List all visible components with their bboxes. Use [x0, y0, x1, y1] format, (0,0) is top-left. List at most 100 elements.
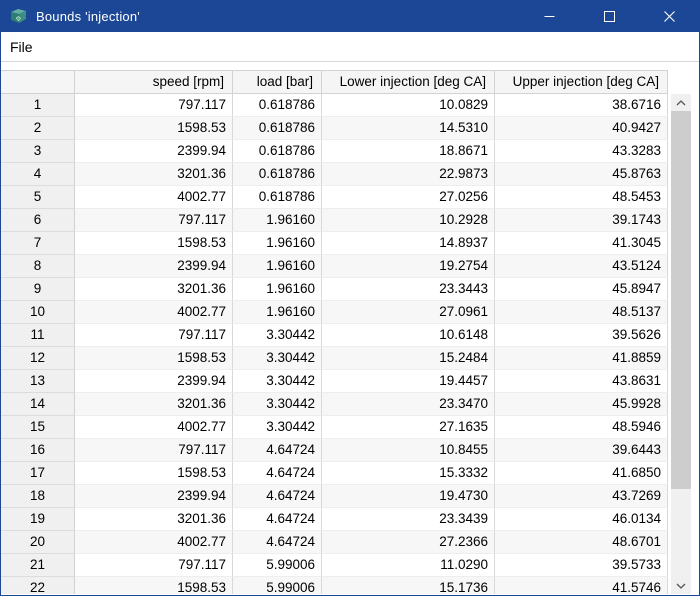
- table-cell[interactable]: 41.8859: [495, 347, 668, 370]
- row-number-cell[interactable]: 9: [1, 278, 75, 301]
- table-cell[interactable]: 0.618786: [233, 186, 322, 209]
- table-cell[interactable]: 5.99006: [233, 554, 322, 577]
- row-number-cell[interactable]: 17: [1, 462, 75, 485]
- table-cell[interactable]: 23.3439: [322, 508, 495, 531]
- close-button[interactable]: [639, 1, 699, 32]
- row-number-cell[interactable]: 13: [1, 370, 75, 393]
- table-cell[interactable]: 2399.94: [75, 140, 233, 163]
- table-cell[interactable]: 40.9427: [495, 117, 668, 140]
- table-cell[interactable]: 4002.77: [75, 416, 233, 439]
- row-number-cell[interactable]: 8: [1, 255, 75, 278]
- table-cell[interactable]: 1598.53: [75, 462, 233, 485]
- table-cell[interactable]: 4.64724: [233, 462, 322, 485]
- table-cell[interactable]: 3201.36: [75, 508, 233, 531]
- table-cell[interactable]: 2399.94: [75, 255, 233, 278]
- table-cell[interactable]: 15.2484: [322, 347, 495, 370]
- table-cell[interactable]: 3201.36: [75, 278, 233, 301]
- row-number-cell[interactable]: 2: [1, 117, 75, 140]
- row-number-cell[interactable]: 3: [1, 140, 75, 163]
- column-header-speed[interactable]: speed [rpm]: [75, 70, 233, 94]
- table-cell[interactable]: 3.30442: [233, 393, 322, 416]
- table-cell[interactable]: 46.0134: [495, 508, 668, 531]
- table-cell[interactable]: 48.5946: [495, 416, 668, 439]
- table-cell[interactable]: 39.5733: [495, 554, 668, 577]
- table-cell[interactable]: 43.8631: [495, 370, 668, 393]
- table-cell[interactable]: 3.30442: [233, 370, 322, 393]
- table-cell[interactable]: 4002.77: [75, 531, 233, 554]
- column-header-load[interactable]: load [bar]: [233, 70, 322, 94]
- table-cell[interactable]: 797.117: [75, 324, 233, 347]
- row-number-cell[interactable]: 10: [1, 301, 75, 324]
- vertical-scrollbar[interactable]: [671, 94, 691, 594]
- titlebar[interactable]: Bounds 'injection': [1, 1, 699, 32]
- table-cell[interactable]: 0.618786: [233, 140, 322, 163]
- table-cell[interactable]: 39.5626: [495, 324, 668, 347]
- table-cell[interactable]: 48.5453: [495, 186, 668, 209]
- table-cell[interactable]: 14.5310: [322, 117, 495, 140]
- row-number-cell[interactable]: 14: [1, 393, 75, 416]
- row-number-cell[interactable]: 4: [1, 163, 75, 186]
- table-cell[interactable]: 11.0290: [322, 554, 495, 577]
- table-cell[interactable]: 3.30442: [233, 416, 322, 439]
- row-number-cell[interactable]: 12: [1, 347, 75, 370]
- menu-file[interactable]: File: [1, 32, 42, 61]
- table-cell[interactable]: 14.8937: [322, 232, 495, 255]
- table-cell[interactable]: 39.1743: [495, 209, 668, 232]
- table-cell[interactable]: 4.64724: [233, 439, 322, 462]
- table-cell[interactable]: 43.7269: [495, 485, 668, 508]
- column-header-lower-injection[interactable]: Lower injection [deg CA]: [322, 70, 495, 94]
- table-cell[interactable]: 43.5124: [495, 255, 668, 278]
- table-cell[interactable]: 1.96160: [233, 255, 322, 278]
- scroll-down-button[interactable]: [671, 577, 691, 594]
- table-cell[interactable]: 797.117: [75, 554, 233, 577]
- table-cell[interactable]: 45.8763: [495, 163, 668, 186]
- table-cell[interactable]: 41.5746: [495, 577, 668, 594]
- table-cell[interactable]: 3201.36: [75, 163, 233, 186]
- corner-header-cell[interactable]: [1, 70, 75, 94]
- table-cell[interactable]: 4002.77: [75, 186, 233, 209]
- table-cell[interactable]: 797.117: [75, 209, 233, 232]
- row-number-cell[interactable]: 1: [1, 94, 75, 117]
- table-cell[interactable]: 1.96160: [233, 278, 322, 301]
- table-cell[interactable]: 41.6850: [495, 462, 668, 485]
- table-cell[interactable]: 3.30442: [233, 324, 322, 347]
- table-cell[interactable]: 0.618786: [233, 94, 322, 117]
- table-cell[interactable]: 19.4457: [322, 370, 495, 393]
- table-cell[interactable]: 1.96160: [233, 301, 322, 324]
- table-cell[interactable]: 4.64724: [233, 531, 322, 554]
- table-cell[interactable]: 2399.94: [75, 485, 233, 508]
- row-number-cell[interactable]: 7: [1, 232, 75, 255]
- table-cell[interactable]: 15.3332: [322, 462, 495, 485]
- scroll-up-button[interactable]: [671, 94, 691, 111]
- row-number-cell[interactable]: 19: [1, 508, 75, 531]
- table-cell[interactable]: 2399.94: [75, 370, 233, 393]
- table-cell[interactable]: 19.4730: [322, 485, 495, 508]
- table-cell[interactable]: 1.96160: [233, 209, 322, 232]
- row-number-cell[interactable]: 20: [1, 531, 75, 554]
- table-cell[interactable]: 22.9873: [322, 163, 495, 186]
- table-cell[interactable]: 4002.77: [75, 301, 233, 324]
- table-cell[interactable]: 18.8671: [322, 140, 495, 163]
- table-cell[interactable]: 27.0961: [322, 301, 495, 324]
- table-cell[interactable]: 1598.53: [75, 577, 233, 594]
- row-number-cell[interactable]: 21: [1, 554, 75, 577]
- table-cell[interactable]: 48.5137: [495, 301, 668, 324]
- table-cell[interactable]: 5.99006: [233, 577, 322, 594]
- table-cell[interactable]: 4.64724: [233, 485, 322, 508]
- row-number-cell[interactable]: 15: [1, 416, 75, 439]
- table-cell[interactable]: 23.3470: [322, 393, 495, 416]
- table-cell[interactable]: 0.618786: [233, 117, 322, 140]
- table-cell[interactable]: 45.9928: [495, 393, 668, 416]
- table-cell[interactable]: 10.2928: [322, 209, 495, 232]
- table-cell[interactable]: 27.1635: [322, 416, 495, 439]
- table-cell[interactable]: 3.30442: [233, 347, 322, 370]
- column-header-upper-injection[interactable]: Upper injection [deg CA]: [495, 70, 668, 94]
- table-cell[interactable]: 45.8947: [495, 278, 668, 301]
- table-cell[interactable]: 0.618786: [233, 163, 322, 186]
- row-number-cell[interactable]: 11: [1, 324, 75, 347]
- minimize-button[interactable]: [519, 1, 579, 32]
- table-cell[interactable]: 19.2754: [322, 255, 495, 278]
- row-number-cell[interactable]: 6: [1, 209, 75, 232]
- table-cell[interactable]: 23.3443: [322, 278, 495, 301]
- table-cell[interactable]: 48.6701: [495, 531, 668, 554]
